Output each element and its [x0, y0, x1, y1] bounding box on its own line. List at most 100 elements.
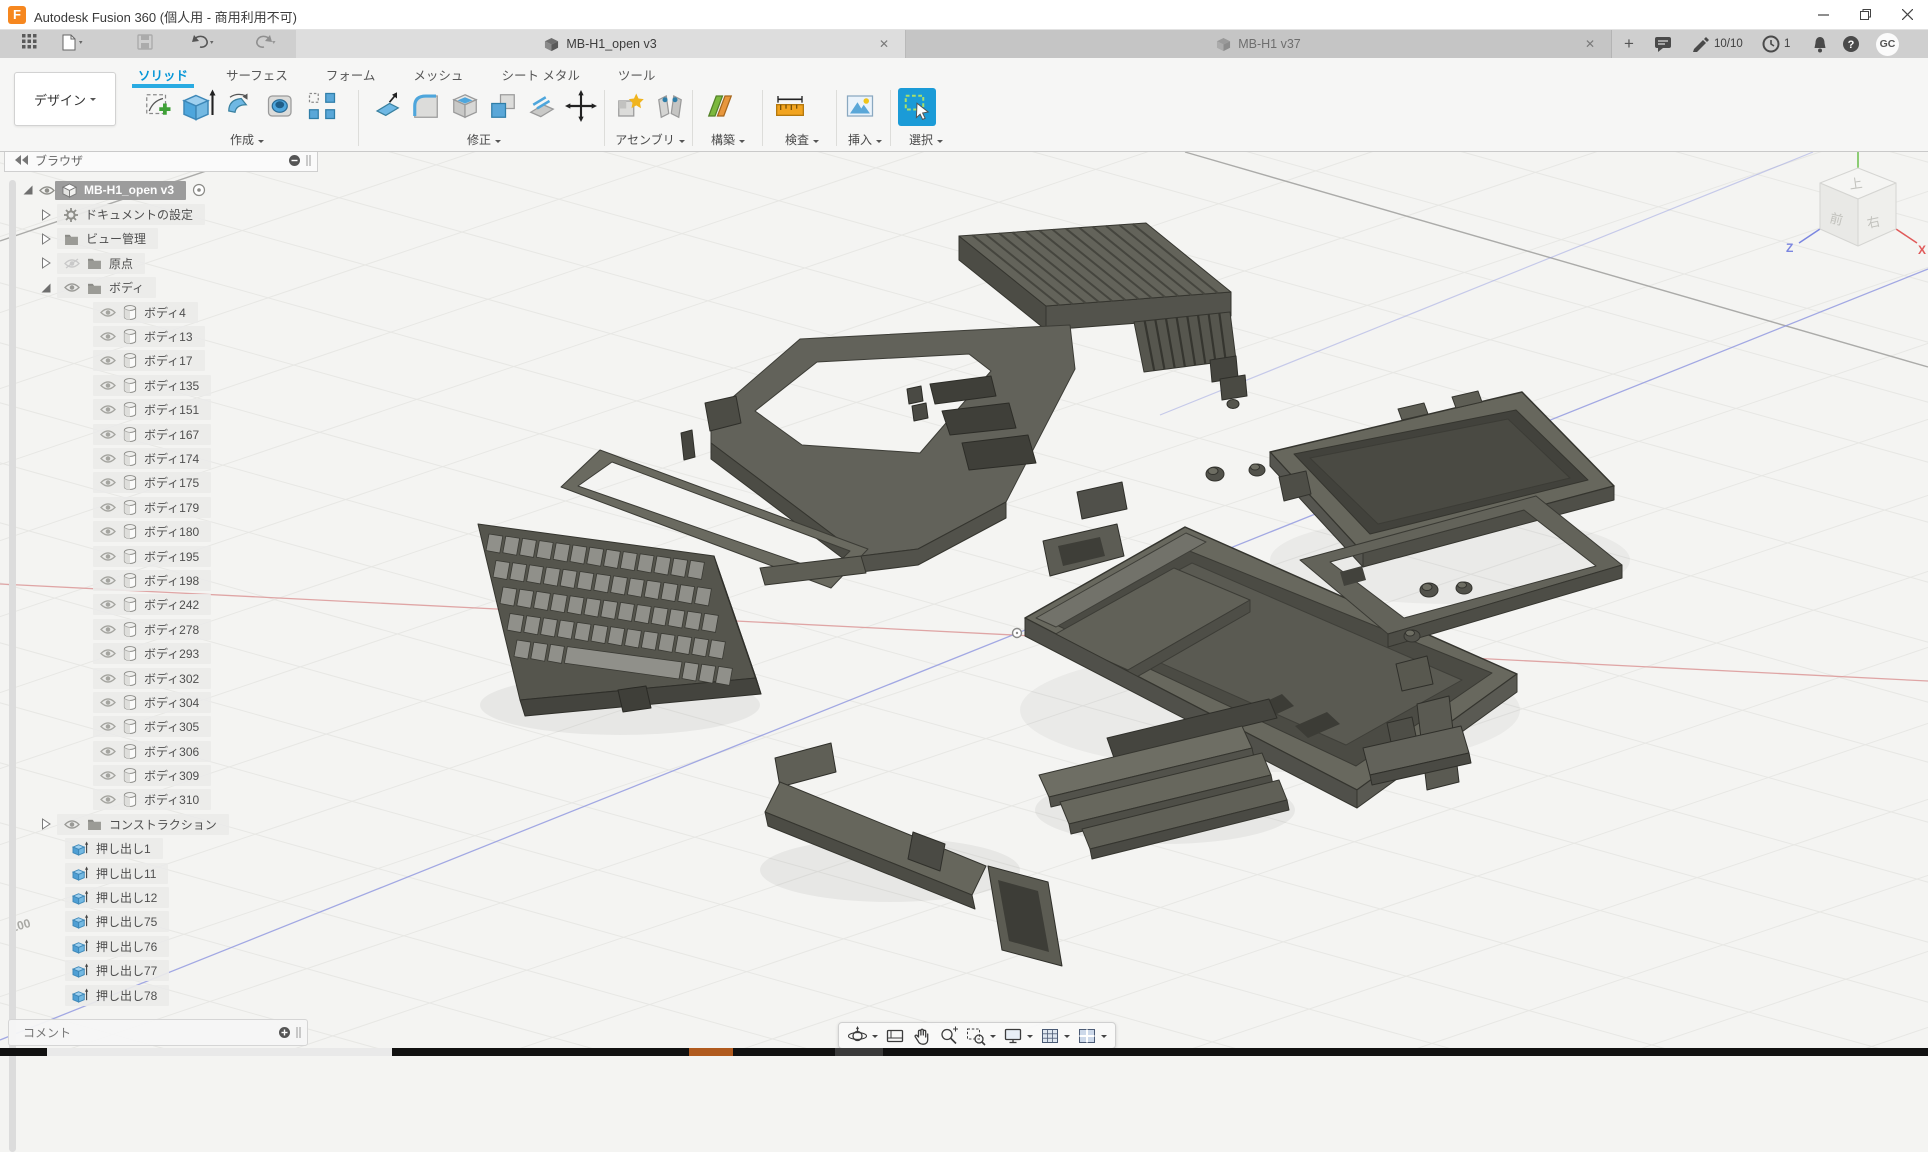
display-settings-icon[interactable] [1003, 1026, 1033, 1046]
visibility-eye-icon[interactable] [100, 697, 116, 708]
undo-icon[interactable] [186, 34, 220, 54]
orbit-icon[interactable] [847, 1026, 878, 1046]
visibility-eye-icon[interactable] [100, 331, 116, 342]
browser-row[interactable]: ボディ [0, 276, 330, 300]
group-label-modify[interactable]: 修正 [370, 131, 598, 148]
browser-row[interactable]: ボディ195 [0, 544, 330, 568]
notifications-bell-icon[interactable] [1812, 34, 1828, 54]
browser-row[interactable]: ビュー管理 [0, 227, 330, 251]
browser-row[interactable]: ボディ135 [0, 373, 330, 397]
browser-row[interactable]: ボディ4 [0, 300, 330, 324]
visibility-eye-icon[interactable] [100, 307, 116, 318]
visibility-eye-icon[interactable] [100, 477, 116, 488]
browser-row[interactable]: ボディ293 [0, 641, 330, 665]
combine-icon[interactable] [486, 88, 520, 124]
visibility-eye-icon[interactable] [64, 819, 80, 830]
tree-collapse-icon[interactable] [40, 257, 52, 269]
minimize-button[interactable] [1802, 0, 1844, 29]
measure-icon[interactable] [772, 88, 808, 124]
visibility-eye-icon[interactable] [100, 355, 116, 366]
group-label-insert[interactable]: 挿入 [842, 131, 888, 148]
tree-collapse-icon[interactable] [40, 209, 52, 221]
taskbar-app-segment[interactable] [835, 1048, 883, 1056]
origin-indicator[interactable] [1013, 629, 1022, 638]
new-component-icon[interactable] [612, 88, 648, 124]
press-pull-icon[interactable] [370, 88, 404, 124]
visibility-eye-icon[interactable] [100, 453, 116, 464]
doc-tab-inactive[interactable]: MB-H1 v37 ✕ [906, 30, 1612, 58]
offset-face-icon[interactable] [525, 88, 559, 124]
visibility-eye-icon[interactable] [100, 599, 116, 610]
look-at-icon[interactable] [885, 1026, 905, 1046]
visibility-eye-icon[interactable] [100, 429, 116, 440]
ribbon-tab[interactable]: サーフェス [222, 62, 292, 86]
pattern-icon[interactable] [304, 88, 340, 124]
add-comment-icon[interactable] [278, 1026, 291, 1039]
fit-view-icon[interactable] [966, 1026, 996, 1046]
group-label-assemble[interactable]: アセンブリ [612, 131, 688, 148]
browser-row[interactable]: ドキュメントの設定 [0, 202, 330, 226]
visibility-eye-icon[interactable] [100, 648, 116, 659]
browser-row[interactable]: 押し出し1 [0, 837, 330, 861]
comments-icon[interactable] [1654, 34, 1673, 54]
extrude-icon[interactable] [181, 88, 217, 124]
construct-plane-icon[interactable] [702, 88, 738, 124]
visibility-eye-icon[interactable] [100, 575, 116, 586]
browser-row[interactable]: 押し出し77 [0, 959, 330, 983]
doc-tab-active[interactable]: MB-H1_open v3 ✕ [296, 30, 906, 58]
browser-row[interactable]: ボディ305 [0, 715, 330, 739]
visibility-eye-icon[interactable] [39, 185, 55, 196]
workspace-selector[interactable]: デザイン [14, 72, 116, 126]
browser-row[interactable]: コンストラクション [0, 812, 330, 836]
panel-options-icon[interactable] [288, 154, 301, 167]
visibility-eye-icon[interactable] [100, 721, 116, 732]
visibility-eye-icon[interactable] [100, 673, 116, 684]
visibility-off-icon[interactable] [64, 258, 80, 269]
browser-row[interactable]: ボディ242 [0, 593, 330, 617]
hole-icon[interactable] [263, 88, 299, 124]
file-menu-icon[interactable] [56, 34, 90, 54]
visibility-eye-icon[interactable] [100, 526, 116, 537]
browser-row[interactable]: 押し出し76 [0, 934, 330, 958]
tab-close-icon[interactable]: ✕ [1583, 37, 1597, 51]
create-sketch-icon[interactable] [140, 88, 176, 124]
browser-row[interactable]: 押し出し12 [0, 885, 330, 909]
zoom-icon[interactable] [939, 1026, 959, 1046]
visibility-eye-icon[interactable] [100, 380, 116, 391]
browser-row[interactable]: 押し出し78 [0, 983, 330, 1007]
ribbon-tab[interactable]: ツール [614, 62, 660, 86]
save-icon[interactable] [128, 34, 162, 54]
group-label-create[interactable]: 作成 [140, 131, 354, 148]
fillet-icon[interactable] [409, 88, 443, 124]
activate-component-radio[interactable] [192, 183, 206, 197]
tree-expand-icon[interactable] [40, 282, 52, 294]
browser-row[interactable]: ボディ310 [0, 788, 330, 812]
browser-row[interactable]: ボディ167 [0, 422, 330, 446]
taskbar-window-segment[interactable] [47, 1048, 392, 1056]
browser-row[interactable]: ボディ179 [0, 495, 330, 519]
browser-row[interactable]: ボディ304 [0, 690, 330, 714]
tree-expand-icon[interactable] [22, 184, 34, 196]
ribbon-tab[interactable]: ソリッド [134, 62, 192, 86]
grid-settings-icon[interactable] [1040, 1026, 1070, 1046]
browser-row[interactable]: ボディ180 [0, 519, 330, 543]
browser-row[interactable]: ボディ306 [0, 739, 330, 763]
tree-collapse-icon[interactable] [40, 233, 52, 245]
tab-close-icon[interactable]: ✕ [877, 37, 891, 51]
pan-icon[interactable] [912, 1026, 932, 1046]
group-label-inspect[interactable]: 検査 [772, 131, 832, 148]
browser-row[interactable]: ボディ198 [0, 568, 330, 592]
collapse-panel-icon[interactable] [15, 155, 29, 165]
move-copy-icon[interactable] [564, 88, 598, 124]
visibility-eye-icon[interactable] [100, 624, 116, 635]
browser-row[interactable]: ボディ13 [0, 324, 330, 348]
help-icon[interactable]: ? [1842, 34, 1860, 54]
joint-icon[interactable] [653, 88, 689, 124]
panel-grip-icon[interactable] [305, 154, 313, 167]
viewports-icon[interactable] [1077, 1026, 1107, 1046]
revolve-icon[interactable] [222, 88, 258, 124]
visibility-eye-icon[interactable] [64, 282, 80, 293]
visibility-eye-icon[interactable] [100, 770, 116, 781]
ribbon-tab[interactable]: メッシュ [409, 62, 467, 86]
visibility-eye-icon[interactable] [100, 502, 116, 513]
